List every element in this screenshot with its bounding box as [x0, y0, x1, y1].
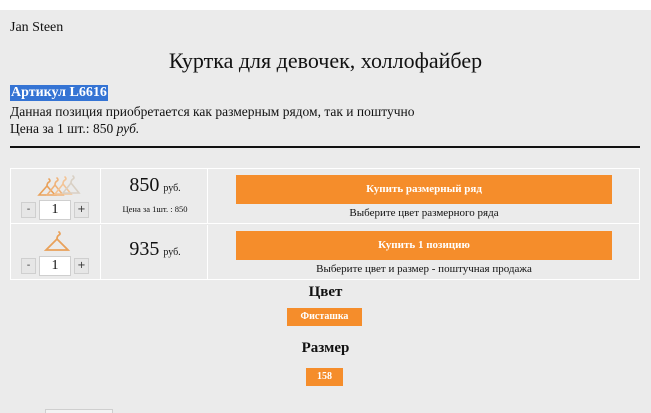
- unit-price-value: Цена за 1 шт.: 850: [10, 121, 114, 136]
- row-image-cell: - 1 +: [11, 169, 101, 224]
- row-hint: Выберите цвет и размер - поштучная прода…: [316, 263, 532, 275]
- row-price-value: 935: [129, 238, 160, 260]
- size-title: Размер: [301, 340, 350, 356]
- row-price: 935 руб.: [102, 238, 208, 261]
- hangers-set-icon: [37, 175, 81, 196]
- color-option[interactable]: Фисташка: [287, 308, 362, 326]
- purchase-table: - 1 + 850 руб. Цена за 1шт. : 850 Купить…: [10, 168, 640, 280]
- row-price-note: Цена за 1шт. : 850: [122, 204, 188, 214]
- purchase-row-single: - 1 + 935 руб. Купить 1 позицию Выберите…: [11, 225, 639, 280]
- color-title: Цвет: [308, 284, 343, 300]
- row-price-currency: руб.: [163, 247, 181, 258]
- quantity-stepper[interactable]: - 1 +: [19, 200, 91, 220]
- hanger-icon: [43, 231, 71, 251]
- buy-single-button[interactable]: Купить 1 позицию: [236, 231, 612, 260]
- decrease-button[interactable]: -: [21, 202, 36, 218]
- purchase-row-size-range: - 1 + 850 руб. Цена за 1шт. : 850 Купить…: [11, 169, 639, 224]
- row-hint: Выберите цвет размерного ряда: [349, 207, 499, 219]
- size-option[interactable]: 158: [306, 368, 343, 386]
- row-price-cell: 850 руб. Цена за 1шт. : 850: [102, 169, 208, 224]
- row-buy-cell: Купить 1 позицию Выберите цвет и размер …: [209, 225, 639, 280]
- row-buy-cell: Купить размерный ряд Выберите цвет разме…: [209, 169, 639, 224]
- quantity-input[interactable]: 1: [39, 200, 71, 220]
- quantity-input[interactable]: 1: [39, 256, 71, 276]
- row-price-currency: руб.: [163, 183, 181, 194]
- product-sku: Артикул L6616: [10, 85, 108, 101]
- row-price-cell: 935 руб.: [102, 225, 208, 280]
- quantity-stepper[interactable]: - 1 +: [19, 256, 91, 276]
- unit-price-currency: руб.: [116, 121, 140, 136]
- partial-element: [45, 409, 113, 413]
- buy-size-range-button[interactable]: Купить размерный ряд: [236, 175, 612, 204]
- increase-button[interactable]: +: [74, 258, 89, 274]
- row-price: 850 руб.: [102, 174, 208, 197]
- divider: [10, 146, 640, 148]
- row-price-value: 850: [129, 174, 160, 196]
- shop-name[interactable]: Jan Steen: [10, 20, 63, 36]
- increase-button[interactable]: +: [74, 202, 89, 218]
- row-image-cell: - 1 +: [11, 225, 101, 280]
- unit-price: Цена за 1 шт.: 850 руб.: [10, 121, 139, 137]
- product-description: Данная позиция приобретается как размерн…: [10, 104, 415, 119]
- product-title: Куртка для девочек, холлофайбер: [168, 48, 483, 73]
- decrease-button[interactable]: -: [21, 258, 36, 274]
